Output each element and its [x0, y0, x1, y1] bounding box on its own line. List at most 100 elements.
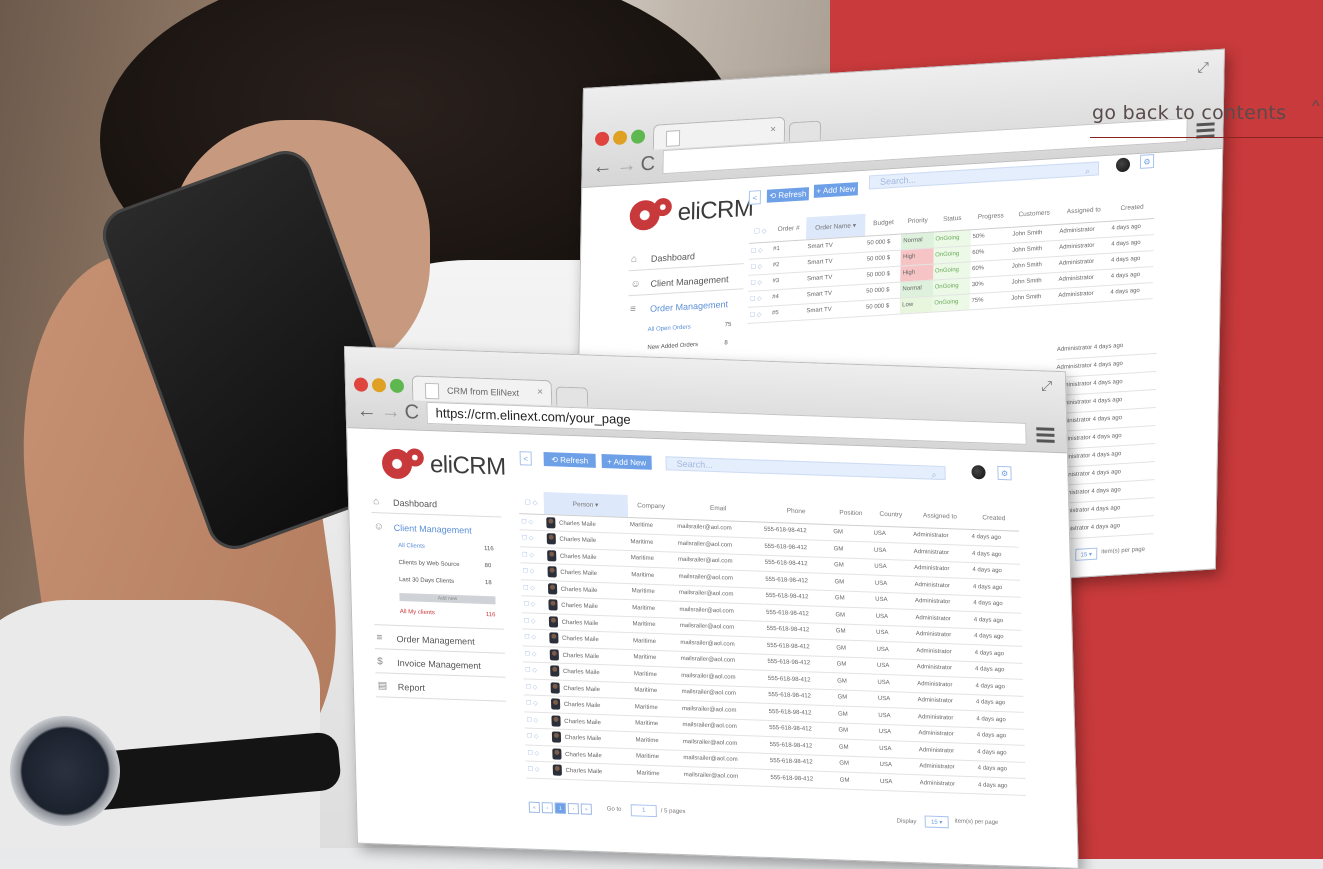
person-name[interactable]: Charles Maile [562, 620, 599, 627]
col-company[interactable]: Company [627, 494, 676, 519]
collapse-button[interactable]: < [519, 451, 532, 466]
next-page-button[interactable]: › [567, 802, 579, 815]
person-name[interactable]: Charles Maile [564, 719, 601, 726]
person-name[interactable]: Charles Maile [565, 752, 602, 759]
sub-item-all-clients[interactable]: All Clients [398, 543, 425, 550]
search-input[interactable]: Search... ⌕ [665, 456, 946, 481]
col-customers[interactable]: Customers [1010, 201, 1058, 227]
forward-icon[interactable]: → [616, 154, 636, 178]
minimize-dot[interactable] [371, 377, 387, 393]
sub-item-web-source[interactable]: Clients by Web Source [399, 560, 460, 568]
sub-item-all-open-orders[interactable]: All Open Orders [648, 324, 691, 333]
person-name[interactable]: Charles Maile [562, 636, 599, 643]
person-name[interactable]: Charles Maile [559, 520, 596, 527]
close-icon[interactable]: × [770, 124, 776, 135]
prev-page-button[interactable]: ‹ [541, 802, 553, 814]
col-created[interactable]: Created [968, 506, 1019, 531]
menu-item-dashboard[interactable]: ⌂ Dashboard [373, 496, 437, 509]
settings-button[interactable]: ⚙ [997, 465, 1012, 481]
maximize-dot[interactable] [389, 378, 405, 394]
settings-button[interactable]: ⚙ [1139, 154, 1155, 169]
select-checkbox[interactable]: ☐ ◇ [748, 273, 771, 291]
col-phone[interactable]: Phone [761, 499, 832, 525]
maximize-dot[interactable] [630, 129, 646, 145]
expand-icon[interactable]: ⤢ [1041, 377, 1053, 394]
col-person[interactable]: Person ▾ [543, 492, 628, 517]
avatar[interactable] [1115, 157, 1131, 173]
new-tab-button[interactable] [788, 120, 822, 142]
select-checkbox[interactable]: ☐ ◇ [520, 579, 547, 597]
col-country[interactable]: Country [870, 503, 912, 527]
menu-item-order-management[interactable]: ≡ Order Management [376, 632, 474, 646]
url-bar[interactable]: https://crm.elinext.com/your_page [426, 401, 1027, 445]
col-status[interactable]: Status [933, 207, 972, 232]
go-back-to-contents-link[interactable]: go back to contents [1092, 102, 1286, 124]
select-checkbox[interactable]: ☐ ◇ [520, 562, 546, 581]
last-page-button[interactable]: » [580, 803, 592, 815]
select-checkbox[interactable]: ☐ ◇ [523, 678, 549, 696]
col-order-id[interactable]: Order # [771, 217, 807, 242]
sub-item-all-my-clients[interactable]: All My clients [400, 609, 435, 616]
person-name[interactable]: Charles Maile [562, 653, 599, 660]
select-checkbox[interactable]: ☐ ◇ [525, 744, 551, 762]
back-icon[interactable]: ← [592, 155, 612, 179]
close-icon[interactable]: × [537, 387, 543, 398]
select-checkbox[interactable]: ☐ ◇ [748, 257, 771, 275]
person-name[interactable]: Charles Maile [561, 603, 598, 610]
menu-item-dashboard[interactable]: ⌂ Dashboard [631, 250, 695, 265]
person-name[interactable]: Charles Maile [561, 586, 598, 593]
add-new-sub-button[interactable]: Add new [399, 593, 496, 605]
per-page-select[interactable]: 15 ▾ [924, 815, 949, 829]
add-new-button[interactable]: + Add New [601, 454, 652, 470]
select-checkbox[interactable]: ☐ ◇ [748, 241, 772, 259]
goto-input[interactable]: 1 [630, 804, 657, 818]
col-budget[interactable]: Budget [865, 211, 902, 236]
person-name[interactable]: Charles Maile [563, 686, 600, 693]
refresh-button[interactable]: ⟲ Refresh [543, 452, 596, 468]
reload-icon[interactable]: C [640, 153, 655, 177]
col-created[interactable]: Created [1109, 196, 1155, 221]
select-checkbox[interactable]: ☐ ◇ [523, 661, 549, 680]
select-checkbox[interactable]: ☐ ◇ [522, 628, 548, 647]
person-name[interactable]: Charles Maile [564, 702, 601, 709]
col-progress[interactable]: Progress [970, 204, 1011, 230]
select-checkbox[interactable]: ☐ ◇ [524, 727, 550, 746]
select-checkbox[interactable]: ☐ ◇ [521, 612, 547, 630]
refresh-button[interactable]: ⟲ Refresh [766, 187, 809, 203]
col-position[interactable]: Position [830, 502, 872, 526]
minimize-dot[interactable] [612, 130, 628, 146]
close-dot[interactable] [594, 131, 610, 147]
person-name[interactable]: Charles Maile [565, 735, 602, 742]
close-dot[interactable] [353, 377, 369, 392]
person-name[interactable]: Charles Maile [563, 669, 600, 676]
select-checkbox[interactable]: ☐ ◇ [521, 595, 547, 614]
select-checkbox[interactable]: ☐ ◇ [519, 513, 545, 531]
col-assigned[interactable]: Assigned to [910, 504, 970, 529]
select-checkbox[interactable]: ☐ ◇ [747, 289, 771, 307]
hamburger-icon[interactable] [1036, 427, 1055, 443]
person-name[interactable]: Charles Maile [560, 570, 597, 577]
hamburger-icon[interactable] [1196, 122, 1215, 139]
col-priority[interactable]: Priority [901, 209, 934, 234]
expand-icon[interactable]: ⤢ [1197, 59, 1208, 77]
reload-icon[interactable]: C [404, 401, 419, 425]
menu-item-client-management[interactable]: ☺ Client Management [374, 521, 472, 535]
avatar[interactable] [971, 464, 986, 480]
select-checkbox[interactable]: ☐ ◇ [519, 529, 545, 548]
select-checkbox[interactable]: ☐ ◇ [522, 645, 548, 663]
menu-item-report[interactable]: ▤ Report [378, 680, 425, 693]
back-icon[interactable]: ← [356, 399, 377, 423]
add-new-button[interactable]: + Add New [813, 182, 859, 198]
first-page-button[interactable]: « [528, 801, 540, 814]
sub-item-new-added-orders[interactable]: New Added Orders [647, 342, 698, 351]
select-checkbox[interactable]: ☐ ◇ [523, 694, 550, 713]
forward-icon[interactable]: → [380, 400, 401, 424]
person-name[interactable]: Charles Maile [559, 537, 596, 544]
select-checkbox[interactable]: ☐ ◇ [520, 546, 546, 564]
select-checkbox[interactable]: ☐ ◇ [525, 760, 551, 779]
person-name[interactable]: Charles Maile [560, 553, 597, 560]
menu-item-client-management[interactable]: ☺ Client Management [630, 273, 728, 291]
current-page[interactable]: 1 [554, 802, 566, 814]
front-browser-tab[interactable]: CRM from EliNext × [411, 375, 553, 406]
select-checkbox[interactable]: ☐ ◇ [747, 305, 771, 323]
